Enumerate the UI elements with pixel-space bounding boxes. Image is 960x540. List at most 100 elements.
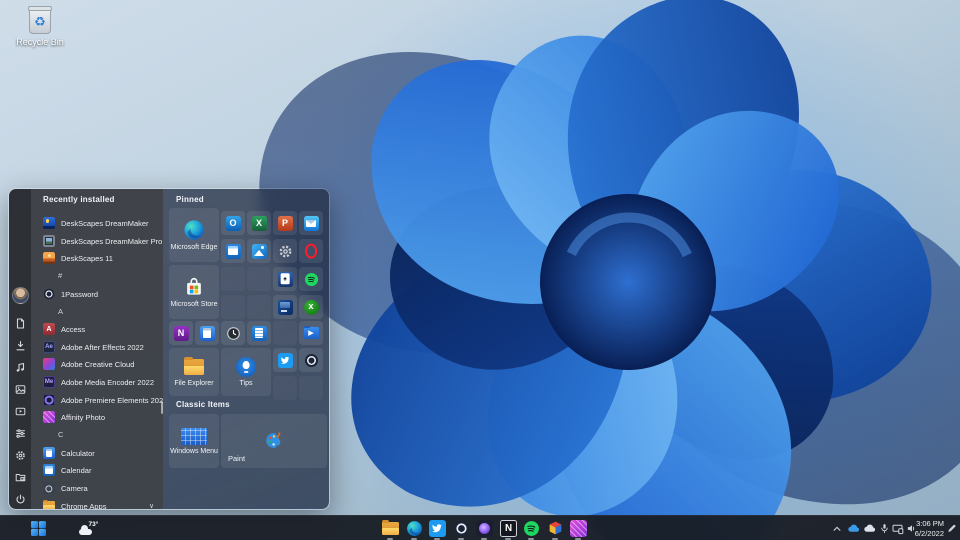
tray-overflow-button[interactable] (831, 520, 843, 537)
start-button[interactable] (30, 520, 47, 537)
tile-mail[interactable] (299, 211, 323, 235)
notepad-icon (252, 326, 267, 341)
recycle-symbol-icon: ♻ (34, 15, 46, 28)
taskbar-file-explorer[interactable] (382, 520, 399, 537)
deskscapes-11-icon (43, 252, 55, 264)
recycle-bin-desktop-icon[interactable]: ♻ Recycle Bin (12, 8, 68, 47)
tile-spotify[interactable] (299, 267, 323, 291)
tray-cloud[interactable] (862, 520, 876, 537)
taskbar-notion[interactable] (500, 520, 517, 537)
app-list-item-chrome-apps[interactable]: Chrome Apps ∨ (31, 498, 163, 510)
tile-outlook[interactable] (221, 211, 245, 235)
tile-powerpoint[interactable] (273, 211, 297, 235)
pictures-button[interactable] (9, 378, 31, 400)
tile-tips[interactable]: Tips (221, 348, 271, 396)
taskbar-clock[interactable]: 3:06 PM 6/2/2022 (906, 519, 944, 538)
tile-file-explorer[interactable]: File Explorer (169, 348, 219, 396)
tile-microsoft-store[interactable]: Microsoft Store (169, 265, 219, 319)
settings-button[interactable] (9, 444, 31, 466)
tile-opera[interactable] (299, 239, 323, 263)
tile-photos[interactable] (247, 239, 271, 263)
tile-calendar[interactable] (221, 239, 245, 263)
app-list-item-deskscapes-dreammaker-pro[interactable]: DeskScapes DreamMaker Pro (31, 233, 163, 249)
user-avatar[interactable] (9, 284, 31, 306)
microphone-icon (879, 523, 890, 534)
settings-gear-icon (278, 244, 293, 259)
avatar (12, 287, 29, 304)
deskscapes-dreammaker-icon (43, 217, 55, 229)
tile-excel[interactable] (247, 211, 271, 235)
deskscapes-dreammaker-pro-icon (43, 235, 55, 247)
start-menu: Recently installed DeskScapes DreamMaker… (8, 188, 330, 510)
tray-microphone[interactable] (878, 520, 890, 537)
tile-twitter[interactable] (273, 348, 297, 372)
purple-orb-icon (476, 520, 493, 537)
tile-1password[interactable] (299, 348, 323, 372)
app-list-item-media-encoder[interactable]: Adobe Media Encoder 2022 (31, 374, 163, 390)
empty-tile-slot (273, 376, 297, 400)
rail-buttons (9, 284, 31, 510)
chevron-down-icon[interactable]: ∨ (149, 502, 154, 510)
tile-movies-tv[interactable] (299, 321, 323, 345)
music-button[interactable] (9, 356, 31, 378)
settings-gear-icon (15, 450, 26, 461)
taskbar-magenta-app[interactable] (570, 520, 587, 537)
opera-icon (304, 244, 319, 259)
taskbar-edge[interactable] (406, 520, 423, 537)
app-list-separator-hash[interactable]: # (58, 268, 62, 282)
1password-icon (43, 288, 55, 300)
app-list-separator-a[interactable]: A (58, 304, 63, 318)
taskbar-purple-orb-app[interactable] (476, 520, 493, 537)
app-list-item-1password[interactable]: 1Password (31, 286, 163, 302)
tray-pen-button[interactable] (945, 520, 957, 537)
weather-widget[interactable]: 73° (72, 520, 98, 537)
taskbar-1password[interactable] (453, 520, 470, 537)
app-list-item-after-effects[interactable]: Adobe After Effects 2022 (31, 339, 163, 355)
filters-icon (15, 428, 26, 439)
tile-microsoft-edge[interactable]: Microsoft Edge (169, 208, 219, 262)
recycle-bin-icon: ♻ (29, 8, 51, 34)
tile-xbox[interactable] (299, 295, 323, 319)
tile-bing[interactable] (273, 295, 297, 319)
filters-button[interactable] (9, 422, 31, 444)
app-list-item-affinity-photo[interactable]: Affinity Photo (31, 409, 163, 425)
tile-windows-menu[interactable]: Windows Menu (169, 414, 219, 468)
downloads-icon (15, 340, 26, 351)
app-list-item-calendar[interactable]: Calendar (31, 462, 163, 478)
tile-solitaire[interactable] (273, 267, 297, 291)
tile-clock[interactable] (221, 321, 245, 345)
cloud-icon: 73° (79, 529, 92, 535)
mail-icon (304, 216, 319, 231)
power-icon (15, 494, 26, 505)
app-list-separator-c[interactable]: C (58, 427, 63, 441)
cloud-icon (863, 522, 876, 535)
app-list-item-camera[interactable]: Camera (31, 480, 163, 496)
videos-button[interactable] (9, 400, 31, 422)
edge-icon (406, 520, 423, 537)
personal-folder-button[interactable] (9, 466, 31, 488)
documents-button[interactable] (9, 312, 31, 334)
tray-display-device[interactable] (891, 520, 904, 537)
app-list-item-premiere-elements[interactable]: Adobe Premiere Elements 2022 (31, 392, 163, 408)
tile-calculator[interactable] (195, 321, 219, 345)
app-list-item-deskscapes-11[interactable]: DeskScapes 11 (31, 250, 163, 266)
tray-onedrive[interactable] (846, 520, 860, 537)
tile-paint[interactable]: Paint (221, 414, 327, 468)
app-list-item-deskscapes-dreammaker[interactable]: DeskScapes DreamMaker (31, 215, 163, 231)
tile-settings[interactable] (273, 239, 297, 263)
premiere-elements-icon (43, 394, 55, 406)
downloads-button[interactable] (9, 334, 31, 356)
calculator-icon (200, 326, 215, 341)
app-list-item-access[interactable]: Access (31, 321, 163, 337)
taskbar-spotify[interactable] (523, 520, 540, 537)
taskbar-cube-app[interactable] (547, 520, 564, 537)
documents-icon (15, 318, 26, 329)
taskbar-twitter[interactable] (429, 520, 446, 537)
tile-onenote[interactable] (169, 321, 193, 345)
tile-notepad[interactable] (247, 321, 271, 345)
app-list-item-calculator[interactable]: Calculator (31, 445, 163, 461)
power-button[interactable] (9, 488, 31, 510)
empty-tile-slot (247, 267, 271, 291)
app-list-item-creative-cloud[interactable]: Adobe Creative Cloud (31, 356, 163, 372)
calendar-icon (43, 464, 55, 476)
